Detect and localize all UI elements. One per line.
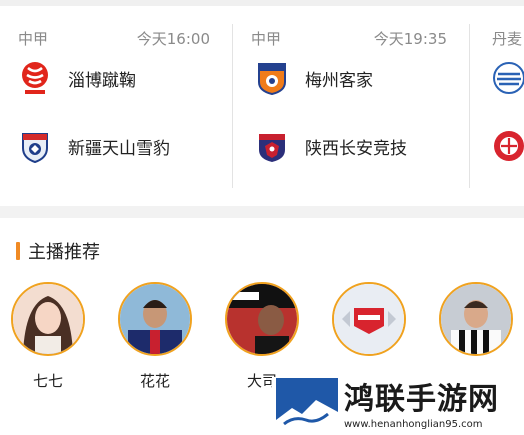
league-label: 中甲	[251, 30, 282, 48]
home-team[interactable]	[492, 58, 524, 98]
danish-club-red-crest-icon	[494, 131, 524, 161]
match-carousel[interactable]: 中甲 今天16:00 淄博蹴鞠 新疆天山雪豹 中甲 今天19:35 梅州客家 陕…	[0, 6, 524, 206]
league-label: 中甲	[18, 30, 49, 48]
accent-bar	[16, 242, 20, 260]
avatar[interactable]	[225, 282, 299, 356]
watermark-url: www.henanhonglian95.com	[344, 418, 483, 430]
meizhou-hakka-crest-icon	[258, 63, 286, 96]
shaanxi-changan-crest-icon	[259, 134, 285, 162]
zibo-cuju-crest-icon	[22, 62, 48, 94]
anchor-item[interactable]	[438, 282, 514, 370]
avatar[interactable]	[332, 282, 406, 356]
watermark-title: 鸿联手游网	[344, 381, 499, 417]
anchor-item[interactable]: 大司	[224, 282, 300, 391]
kickoff-time: 今天19:35	[373, 30, 447, 48]
away-team[interactable]: 陕西长安竞技	[255, 126, 407, 166]
match-card[interactable]: 中甲 今天19:35 梅州客家 陕西长安竞技	[233, 6, 469, 206]
watermark: 鸿联手游网 www.henanhonglian95.com	[272, 377, 524, 435]
anchor-item[interactable]: 花花	[117, 282, 193, 391]
kickoff-time: 今天16:00	[136, 30, 210, 48]
match-card[interactable]: 丹麦	[470, 6, 524, 206]
team-name: 淄博蹴鞠	[68, 70, 136, 91]
match-card[interactable]: 中甲 今天16:00 淄博蹴鞠 新疆天山雪豹	[0, 6, 232, 206]
section-gap	[0, 206, 524, 218]
league-label: 丹麦	[492, 30, 523, 48]
anchor-name: 花花	[139, 372, 170, 390]
team-name: 梅州客家	[305, 70, 373, 91]
team-name: 新疆天山雪豹	[68, 138, 170, 159]
away-team[interactable]	[492, 126, 524, 166]
anchor-item[interactable]	[331, 282, 407, 370]
away-team[interactable]: 新疆天山雪豹	[18, 126, 170, 166]
avatar[interactable]	[439, 282, 513, 356]
home-team[interactable]: 梅州客家	[255, 58, 373, 98]
watermark-logo-icon	[276, 378, 338, 434]
danish-club-blue-crest-icon	[493, 62, 524, 94]
avatar[interactable]	[11, 282, 85, 356]
anchor-item[interactable]: 七七	[10, 282, 86, 391]
section-header: 主播推荐	[16, 238, 100, 264]
avatar[interactable]	[118, 282, 192, 356]
team-name: 陕西长安竞技	[305, 138, 407, 159]
section-title: 主播推荐	[28, 242, 100, 263]
xinjiang-tianshan-crest-icon	[22, 133, 48, 164]
anchor-name: 七七	[32, 372, 63, 390]
home-team[interactable]: 淄博蹴鞠	[18, 58, 136, 98]
